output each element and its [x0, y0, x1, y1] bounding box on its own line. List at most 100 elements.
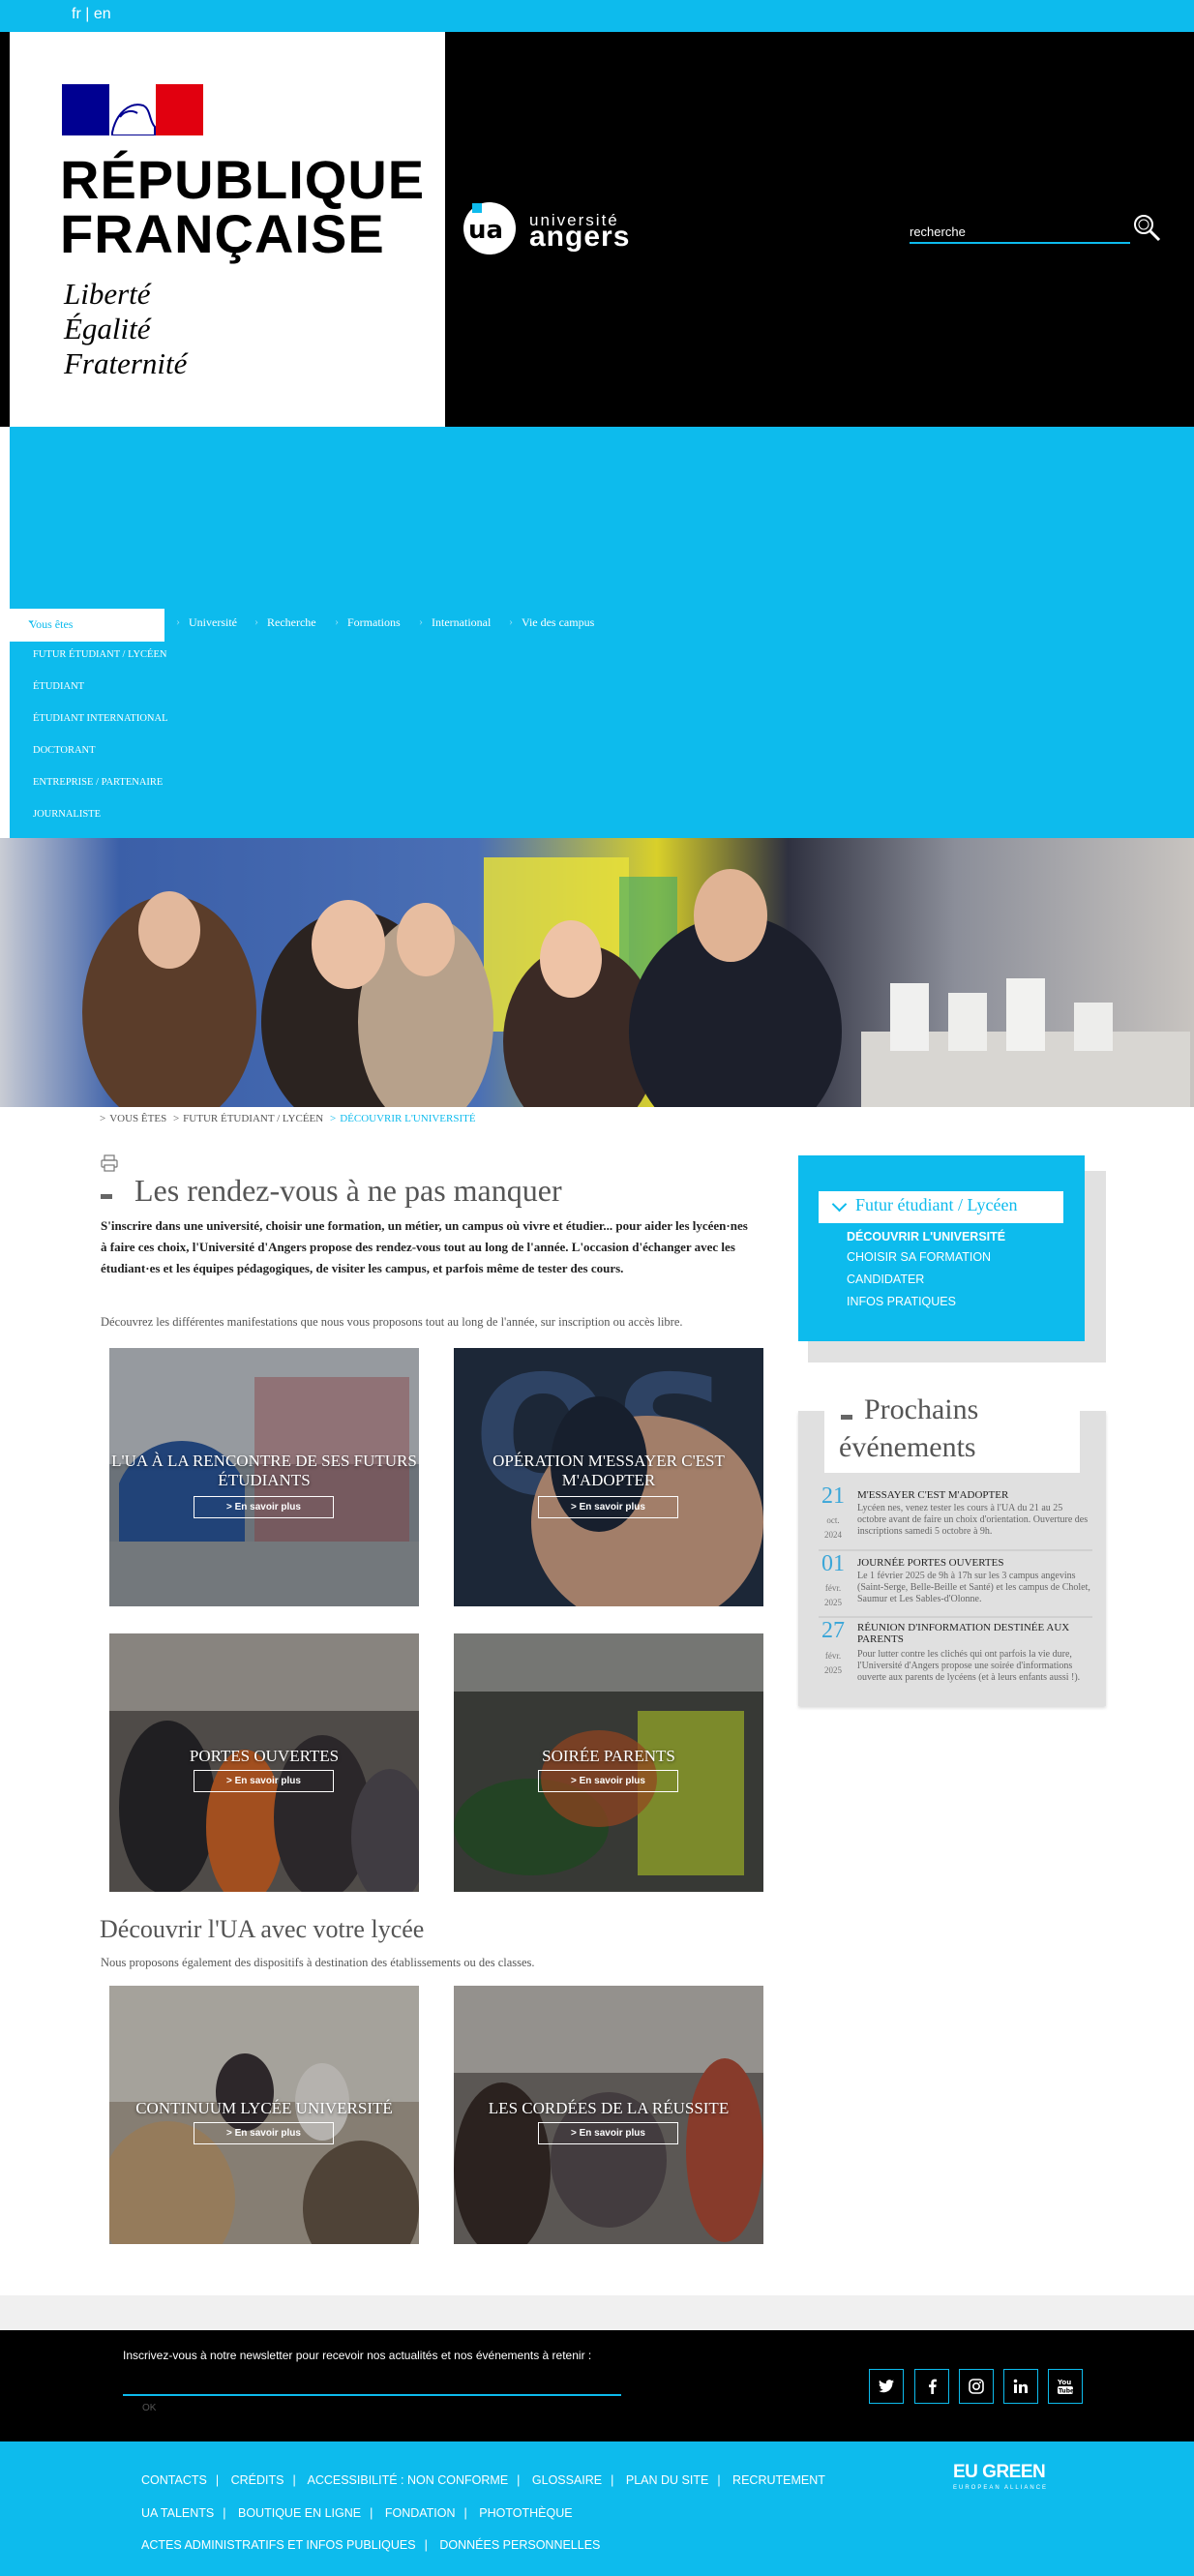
sidebar-box-title[interactable]: Futur étudiant / Lycéen: [819, 1191, 1063, 1223]
card-essayer[interactable]: OS OPÉRATION M'ESSAYER C'EST M'ADOPTER >…: [454, 1348, 763, 1606]
footer-link-phototheque[interactable]: PHOTOTHÈQUE: [479, 2506, 572, 2520]
card-rencontre[interactable]: L'UA À LA RENCONTRE DE SES FUTURS ÉTUDIA…: [109, 1348, 419, 1606]
breadcrumb: > VOUS ÊTES > FUTUR ÉTUDIANT / LYCÉEN > DÉC…: [100, 1113, 476, 1124]
event-day: 27: [821, 1618, 845, 1643]
sidebar-nav-box: [798, 1155, 1085, 1341]
facebook-icon[interactable]: [914, 2369, 949, 2404]
nav-recherche[interactable]: Recherche: [254, 614, 316, 630]
rf-motto: Liberté Égalité Fraternité: [64, 277, 187, 381]
nav-vie-des-campus[interactable]: Vie des campus: [509, 614, 594, 630]
event-title[interactable]: JOURNÉE PORTES OUVERTES: [857, 1557, 1093, 1569]
svg-text:ua: ua: [468, 216, 503, 245]
section-subtitle-lycee: Nous proposons également des dispositifs…: [101, 1956, 535, 1969]
footer-links-row-2: UA TALENTS | BOUTIQUE EN LIGNE | FONDATION…: [141, 2506, 573, 2520]
sidebar-link-decouvrir[interactable]: DÉCOUVRIR L'UNIVERSITÉ: [847, 1230, 1005, 1243]
svg-text:You: You: [1058, 2379, 1071, 2386]
eu-green-logo[interactable]: EU GREEN EUROPEAN ALLIANCE: [953, 2462, 1048, 2491]
event-year: 2025: [824, 1598, 842, 1607]
card-title: PORTES OUVERTES: [189, 1747, 340, 1765]
footer-link-contacts[interactable]: CONTACTS: [141, 2473, 207, 2487]
card-more-button[interactable]: > En savoir plus: [194, 1496, 334, 1518]
card-title: SOIRÉE PARENTS: [542, 1747, 675, 1765]
card-title: OPÉRATION M'ESSAYER C'EST M'ADOPTER: [493, 1452, 725, 1489]
sidebar-link-formation[interactable]: CHOISIR SA FORMATION: [847, 1250, 991, 1264]
event-month: févr.: [824, 1583, 842, 1593]
sidebar-link-candidater[interactable]: CANDIDATER: [847, 1273, 924, 1286]
svg-text:Tube: Tube: [1059, 2388, 1073, 2395]
section-title-lycee: Découvrir l'UA avec votre lycée: [100, 1915, 425, 1943]
footer-link-accessibilite[interactable]: ACCESSIBILITÉ : NON CONFORME: [307, 2473, 508, 2487]
eu-green-wordmark: EU GREEN: [953, 2462, 1046, 2482]
rf-line-2: FRANÇAISE: [60, 203, 385, 264]
nav-universite[interactable]: Université: [176, 614, 237, 630]
vous-etes-toggle[interactable]: Vous êtes: [10, 609, 164, 642]
card-portes-ouvertes[interactable]: PORTES OUVERTES > En savoir plus: [109, 1633, 419, 1892]
card-more-button[interactable]: > En savoir plus: [194, 2122, 334, 2144]
nav-formations[interactable]: Formations: [335, 614, 401, 630]
sidebar-link-infos[interactable]: INFOS PRATIQUES: [847, 1295, 956, 1308]
page-title: Les rendez-vous à ne pas manquer: [134, 1173, 562, 1208]
event-year: 2025: [824, 1665, 842, 1675]
lang-en-link[interactable]: en: [94, 6, 111, 22]
intro-text-2: Découvrez les différentes manifestations…: [101, 1315, 683, 1329]
events-title-line-1: Prochains: [864, 1393, 979, 1425]
footer-link-actes[interactable]: ACTES ADMINISTRATIFS ET INFOS PUBLIQUES: [141, 2538, 416, 2552]
rf-title: RÉPUBLIQUE FRANÇAISE: [60, 153, 425, 261]
menu-item-etudiant[interactable]: ÉTUDIANT: [33, 681, 84, 692]
footer-link-donnees[interactable]: DONNÉES PERSONNELLES: [439, 2538, 600, 2552]
card-more-button[interactable]: > En savoir plus: [538, 1496, 678, 1518]
breadcrumb-futur-etudiant[interactable]: FUTUR ÉTUDIANT / LYCÉEN: [183, 1113, 323, 1124]
card-more-button[interactable]: > En savoir plus: [538, 1770, 678, 1792]
motto-liberte: Liberté: [64, 277, 151, 311]
hero-photo-students-lab: [0, 838, 1194, 1107]
footer-link-boutique[interactable]: BOUTIQUE EN LIGNE: [238, 2506, 361, 2520]
hero-image: [0, 838, 1194, 1107]
event-day: 21: [821, 1483, 845, 1509]
event-separator: [819, 1616, 1092, 1618]
card-soiree-parents[interactable]: SOIRÉE PARENTS > En savoir plus: [454, 1633, 763, 1892]
event-month: oct.: [826, 1515, 840, 1525]
print-icon[interactable]: [100, 1154, 119, 1172]
card-more-button[interactable]: > En savoir plus: [194, 1770, 334, 1792]
footer-link-glossaire[interactable]: GLOSSAIRE: [532, 2473, 602, 2487]
events-title-line-2: événements: [839, 1431, 976, 1463]
linkedin-icon[interactable]: [1003, 2369, 1038, 2404]
breadcrumb-vous-etes[interactable]: VOUS ÊTES: [109, 1113, 166, 1124]
menu-item-entreprise[interactable]: ENTREPRISE / PARTENAIRE: [33, 777, 163, 788]
card-title: L'UA À LA RENCONTRE DE SES FUTURS ÉTUDIA…: [111, 1452, 417, 1489]
newsletter-email-input[interactable]: [123, 2371, 621, 2396]
menu-item-futur-etudiant[interactable]: FUTUR ÉTUDIANT / LYCÉEN: [33, 649, 166, 660]
menu-item-doctorant[interactable]: DOCTORANT: [33, 745, 96, 756]
card-cordees[interactable]: LES CORDÉES DE LA RÉUSSITE > En savoir p…: [454, 1986, 763, 2244]
footer-link-fondation[interactable]: FONDATION: [385, 2506, 456, 2520]
menu-item-journaliste[interactable]: JOURNALISTE: [33, 809, 101, 820]
menu-item-etudiant-international[interactable]: ÉTUDIANT INTERNATIONAL: [33, 713, 168, 724]
footer-link-recrutement[interactable]: RECRUTEMENT: [732, 2473, 825, 2487]
lang-fr-link[interactable]: fr: [72, 6, 81, 22]
title-dash: [101, 1194, 112, 1199]
footer-link-plan[interactable]: PLAN DU SITE: [626, 2473, 708, 2487]
event-title[interactable]: RÉUNION D'INFORMATION DESTINÉE AUX PAREN…: [857, 1622, 1093, 1645]
youtube-icon[interactable]: You Tube: [1048, 2369, 1083, 2404]
newsletter-ok-button[interactable]: OK: [142, 2403, 156, 2413]
instagram-icon[interactable]: [959, 2369, 994, 2404]
eu-green-subtitle: EUROPEAN ALLIANCE: [953, 2485, 1049, 2491]
event-desc: Le 1 février 2025 de 9h à 17h sur les 3 …: [857, 1571, 1090, 1604]
event-year: 2024: [824, 1530, 842, 1540]
language-switcher: fr | en: [72, 6, 111, 23]
footer-links-row-1: CONTACTS | CRÉDITS | ACCESSIBILITÉ : NON C…: [141, 2473, 825, 2487]
search-icon[interactable]: [1132, 213, 1161, 242]
twitter-icon[interactable]: [869, 2369, 904, 2404]
card-continuum[interactable]: CONTINUUM LYCÉE UNIVERSITÉ > En savoir p…: [109, 1986, 419, 2244]
navigation-band: [10, 427, 1194, 838]
intro-text: S'inscrire dans une université, choisir …: [101, 1218, 748, 1275]
motto-egalite: Égalité: [64, 312, 151, 345]
nav-international[interactable]: International: [419, 614, 491, 630]
rf-line-1: RÉPUBLIQUE: [60, 149, 426, 210]
card-more-button[interactable]: > En savoir plus: [538, 2122, 678, 2144]
footer-link-credits[interactable]: CRÉDITS: [231, 2473, 284, 2487]
event-title[interactable]: M'ESSAYER C'EST M'ADOPTER: [857, 1489, 1093, 1501]
search-input[interactable]: [910, 221, 1130, 244]
ua-logo-icon[interactable]: ua: [455, 199, 522, 257]
footer-link-talents[interactable]: UA TALENTS: [141, 2506, 214, 2520]
